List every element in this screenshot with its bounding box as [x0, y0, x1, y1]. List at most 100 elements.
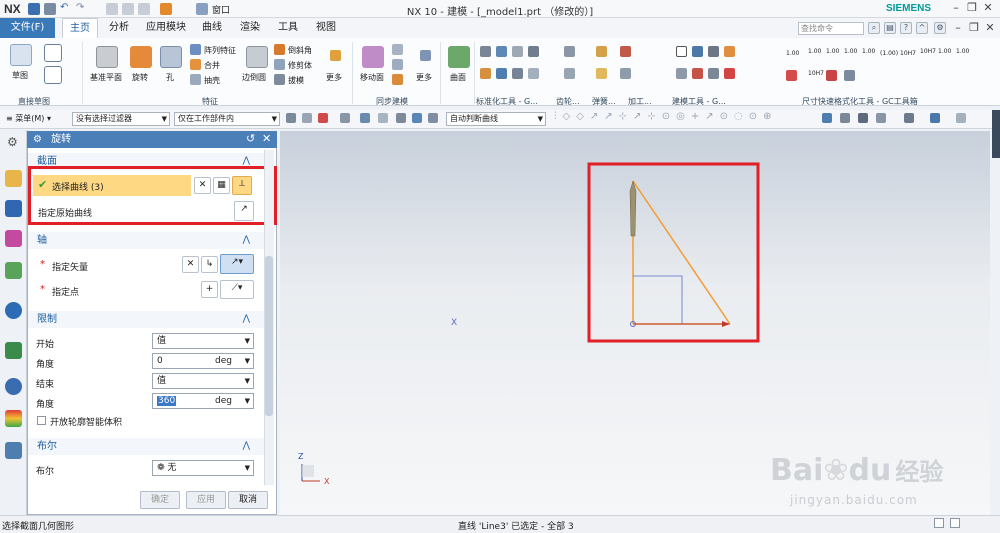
- gear-tool-icon[interactable]: [564, 46, 575, 57]
- constraint-navigator-icon[interactable]: [5, 230, 22, 247]
- side-handle[interactable]: [992, 110, 1000, 158]
- minimize-button[interactable]: –: [948, 1, 964, 16]
- doc-minimize-button[interactable]: –: [950, 21, 966, 36]
- edge-blend-icon[interactable]: [246, 46, 268, 68]
- modeling-tool-icon[interactable]: [692, 46, 703, 57]
- modeling-tool-icon[interactable]: [708, 68, 719, 79]
- dim-format-button[interactable]: 10H7: [808, 70, 824, 77]
- open-profile-checkbox[interactable]: [37, 416, 46, 425]
- dim-tool-icon[interactable]: [786, 70, 797, 81]
- apply-button[interactable]: 应用: [186, 491, 226, 509]
- view-orient-icon[interactable]: [930, 113, 940, 123]
- ok-button[interactable]: 确定: [140, 491, 180, 509]
- sync-icon-1[interactable]: [392, 44, 403, 55]
- select-tool-icon[interactable]: [412, 113, 422, 123]
- gc-tool-icon[interactable]: [496, 68, 507, 79]
- command-search-input[interactable]: 查找命令: [798, 22, 864, 35]
- reuse-library-icon[interactable]: [5, 262, 22, 279]
- dim-format-button[interactable]: 1.00: [786, 50, 799, 57]
- tab-curve[interactable]: 曲线: [196, 18, 228, 38]
- view-tool-icon[interactable]: [858, 113, 868, 123]
- dim-format-button[interactable]: 1.00: [862, 48, 875, 55]
- gc-tool-icon[interactable]: [528, 68, 539, 79]
- snap-point-toolbar[interactable]: ⫶◇◇↗↗⊹↗⊹⊙◎+↗⊙◌⊙⊕: [554, 111, 804, 126]
- modeling-tool-icon[interactable]: [692, 68, 703, 79]
- chamfer-label[interactable]: 倒斜角: [288, 45, 312, 56]
- boolean-dropdown[interactable]: ❁ 无 ▼: [152, 460, 254, 476]
- sync-icon-2[interactable]: [392, 59, 403, 70]
- gc-tool-icon[interactable]: [480, 68, 491, 79]
- dim-format-button[interactable]: 1.00: [844, 48, 857, 55]
- close-button[interactable]: ✕: [980, 1, 996, 16]
- modeling-tool-icon[interactable]: [708, 46, 719, 57]
- trim-body-label[interactable]: 修剪体: [288, 60, 312, 71]
- more-features-icon[interactable]: [330, 50, 341, 61]
- dialog-scroll-thumb[interactable]: [265, 256, 273, 416]
- inferred-point-dropdown[interactable]: ⟋▾: [220, 280, 254, 299]
- tab-view[interactable]: 视图: [310, 18, 342, 38]
- sketch-icon[interactable]: [10, 44, 32, 66]
- dialog-gear-icon[interactable]: ⚙: [33, 134, 42, 145]
- status-icon[interactable]: [950, 518, 960, 528]
- chamfer-icon[interactable]: [274, 44, 285, 55]
- gc-tool-icon[interactable]: [528, 46, 539, 57]
- selection-filter-dropdown[interactable]: 没有选择过滤器 ▼: [72, 112, 170, 126]
- move-face-icon[interactable]: [362, 46, 384, 68]
- inferred-vector-dropdown[interactable]: ↗▾: [220, 254, 254, 274]
- draft-label[interactable]: 拔模: [288, 75, 304, 86]
- web-browser-icon[interactable]: [5, 342, 22, 359]
- curve-icon[interactable]: [44, 44, 62, 62]
- more-features-label[interactable]: 更多: [326, 72, 342, 83]
- file-menu[interactable]: 文件(F): [0, 18, 55, 38]
- status-icon[interactable]: [934, 518, 944, 528]
- rectangle-icon[interactable]: [44, 66, 62, 84]
- shell-label[interactable]: 抽壳: [204, 75, 220, 86]
- cancel-button[interactable]: 取消: [228, 491, 268, 509]
- gc-tool-icon[interactable]: [496, 46, 507, 57]
- roles-icon[interactable]: [5, 410, 22, 427]
- doc-restore-button[interactable]: ❐: [966, 21, 982, 36]
- modeling-tool-icon[interactable]: [724, 68, 735, 79]
- dim-format-button[interactable]: 1.00: [956, 48, 969, 55]
- start-angle-input[interactable]: 0 deg ▼: [152, 353, 254, 369]
- spring-tool-icon[interactable]: [596, 68, 607, 79]
- select-tool-icon[interactable]: [340, 113, 350, 123]
- system-materials-icon[interactable]: [5, 442, 22, 459]
- vector-dialog-icon[interactable]: ↳: [201, 256, 218, 273]
- selection-scope-dropdown[interactable]: 仅在工作部件内 ▼: [174, 112, 280, 126]
- spring-tool-icon[interactable]: [596, 46, 607, 57]
- select-tool-icon[interactable]: [286, 113, 296, 123]
- end-angle-input[interactable]: 360 deg ▼: [152, 393, 254, 409]
- hole-icon[interactable]: [160, 46, 182, 68]
- gc-tool-icon[interactable]: [480, 46, 491, 57]
- render-style-icon[interactable]: [904, 113, 914, 123]
- gear-tool-icon[interactable]: [564, 68, 575, 79]
- end-type-dropdown[interactable]: 值 ▼: [152, 373, 254, 389]
- pattern-feature-label[interactable]: 阵列特征: [204, 45, 236, 56]
- sketch-line-diagonal[interactable]: [632, 180, 731, 325]
- tab-render[interactable]: 渲染: [234, 18, 266, 38]
- tab-applications[interactable]: 应用模块: [140, 18, 192, 38]
- modeling-tool-icon[interactable]: [724, 46, 735, 57]
- pattern-feature-icon[interactable]: [190, 44, 201, 55]
- tab-analysis[interactable]: 分析: [102, 18, 136, 38]
- start-type-dropdown[interactable]: 值 ▼: [152, 333, 254, 349]
- settings-gear-icon[interactable]: ⚙: [7, 135, 18, 149]
- view-tool-icon[interactable]: [822, 113, 832, 123]
- dim-format-button[interactable]: 10H7: [920, 48, 936, 55]
- dim-format-button[interactable]: 1.00: [938, 48, 951, 55]
- limits-header[interactable]: 限制 ⋀: [28, 311, 264, 328]
- part-navigator-icon[interactable]: [5, 170, 22, 187]
- select-tool-icon[interactable]: [360, 113, 370, 123]
- select-tool-icon[interactable]: [428, 113, 438, 123]
- unite-icon[interactable]: [190, 59, 201, 70]
- restore-button[interactable]: ❐: [964, 1, 980, 16]
- unite-label[interactable]: 合并: [204, 60, 220, 71]
- assembly-navigator-icon[interactable]: [5, 200, 22, 217]
- select-tool-icon[interactable]: [318, 113, 328, 123]
- datum-plane-icon[interactable]: [96, 46, 118, 68]
- select-tool-icon[interactable]: [378, 113, 388, 123]
- select-tool-icon[interactable]: [396, 113, 406, 123]
- shell-icon[interactable]: [190, 74, 201, 85]
- triangle-tool-icon[interactable]: [676, 46, 687, 57]
